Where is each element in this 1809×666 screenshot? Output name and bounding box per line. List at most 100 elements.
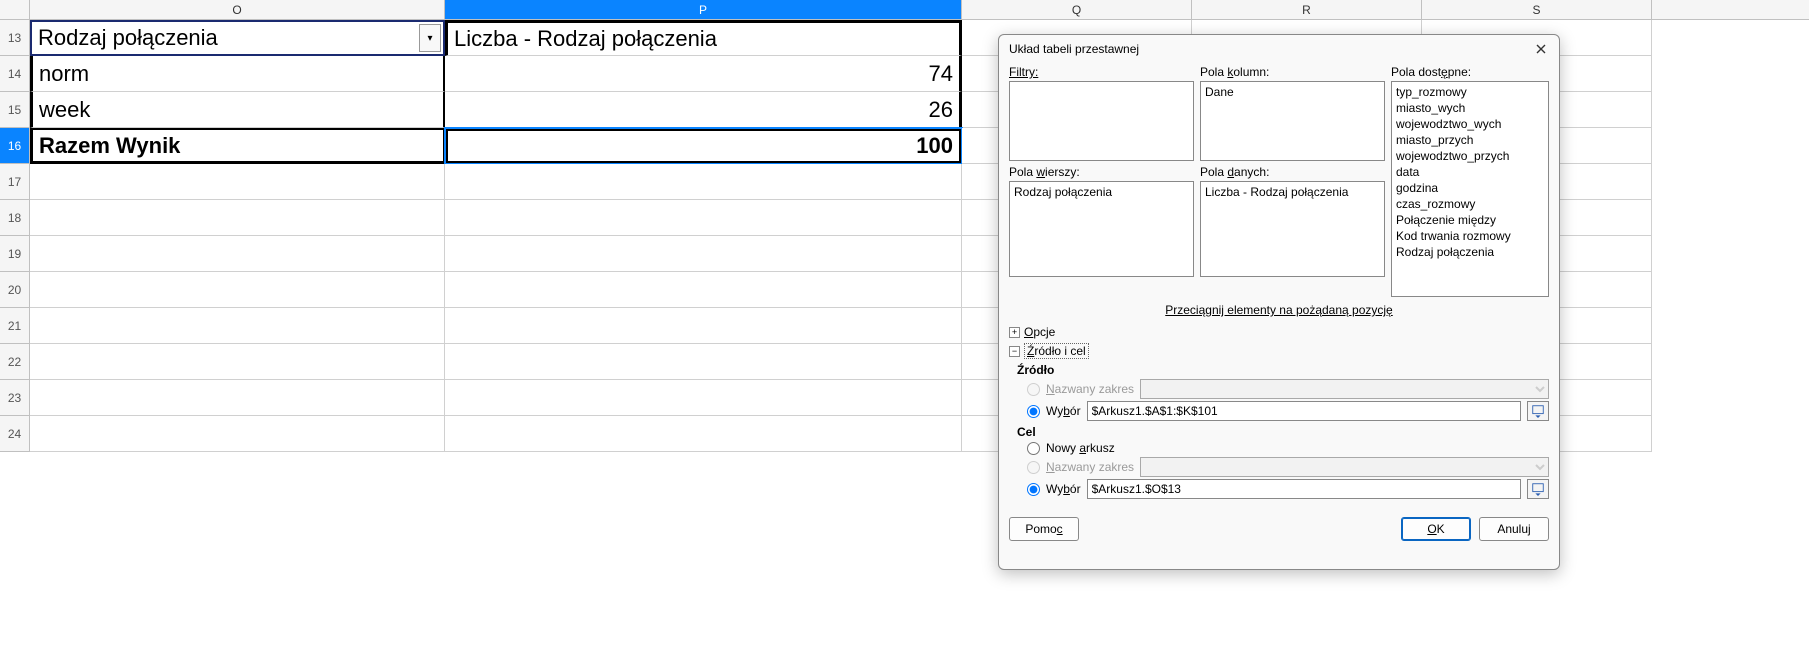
empty-cell[interactable] <box>445 236 962 272</box>
drag-hint-text: Przeciągnij elementy na pożądaną pozycję <box>1009 303 1549 317</box>
target-selection-input[interactable] <box>1087 479 1521 499</box>
target-named-range-radio <box>1027 461 1040 474</box>
source-target-section-header[interactable]: − Źródło i cel <box>1009 343 1549 359</box>
column-header-Q[interactable]: Q <box>962 0 1192 19</box>
empty-cell[interactable] <box>30 380 445 416</box>
empty-cell[interactable] <box>445 344 962 380</box>
source-named-range-label: Nazwany zakres <box>1046 382 1134 396</box>
field-item[interactable]: czas_rozmowy <box>1396 196 1544 212</box>
available-fields-label: Pola dostępne: <box>1391 65 1549 79</box>
field-item[interactable]: typ_rozmowy <box>1396 84 1544 100</box>
row-header-14[interactable]: 14 <box>0 56 30 92</box>
empty-cell[interactable] <box>445 416 962 452</box>
column-header-P[interactable]: P <box>445 0 962 19</box>
ok-button[interactable]: OK <box>1401 517 1471 541</box>
empty-cell[interactable] <box>30 200 445 236</box>
empty-cell[interactable] <box>445 272 962 308</box>
empty-cell[interactable] <box>30 344 445 380</box>
help-button[interactable]: Pomoc <box>1009 517 1079 541</box>
filters-label: Filtry: <box>1009 65 1194 79</box>
field-item[interactable]: Dane <box>1205 84 1380 100</box>
target-new-sheet-label: Nowy arkusz <box>1046 441 1115 455</box>
filters-area[interactable] <box>1009 81 1194 161</box>
empty-cell[interactable] <box>30 272 445 308</box>
empty-cell[interactable] <box>30 164 445 200</box>
options-section-header[interactable]: + Opcje <box>1009 325 1549 339</box>
empty-cell[interactable] <box>30 236 445 272</box>
target-new-sheet-row: Nowy arkusz <box>1027 441 1549 455</box>
column-header-S[interactable]: S <box>1422 0 1652 19</box>
target-selection-radio[interactable] <box>1027 483 1040 496</box>
column-fields-area[interactable]: Dane <box>1200 81 1385 161</box>
source-selection-row: Wybór <box>1027 401 1549 421</box>
field-item[interactable]: miasto_wych <box>1396 100 1544 116</box>
row-header-20[interactable]: 20 <box>0 272 30 308</box>
row-header-13[interactable]: 13 <box>0 20 30 56</box>
empty-cell[interactable] <box>30 416 445 452</box>
row-header-24[interactable]: 24 <box>0 416 30 452</box>
source-selection-input[interactable] <box>1087 401 1521 421</box>
pivot-row-label[interactable]: norm <box>30 56 445 92</box>
row-header-16[interactable]: 16 <box>0 128 30 164</box>
empty-cell[interactable] <box>445 200 962 236</box>
target-selection-label: Wybór <box>1046 482 1081 496</box>
cancel-button[interactable]: Anuluj <box>1479 517 1549 541</box>
row-header-23[interactable]: 23 <box>0 380 30 416</box>
row-header-21[interactable]: 21 <box>0 308 30 344</box>
field-item[interactable]: Liczba - Rodzaj połączenia <box>1205 184 1380 200</box>
pivot-row-label[interactable]: week <box>30 92 445 128</box>
field-item[interactable]: Połączenie między <box>1396 212 1544 228</box>
pivot-layout-dialog: Układ tabeli przestawnej Filtry: Pola ko… <box>998 34 1560 570</box>
pivot-value-cell[interactable]: 74 <box>445 56 962 92</box>
source-selection-label: Wybór <box>1046 404 1081 418</box>
dialog-title-text: Układ tabeli przestawnej <box>1009 42 1139 56</box>
column-header-R[interactable]: R <box>1192 0 1422 19</box>
expand-plus-icon[interactable]: + <box>1009 327 1020 338</box>
column-header-O[interactable]: O <box>30 0 445 19</box>
target-selection-row: Wybór <box>1027 479 1549 499</box>
empty-cell[interactable] <box>445 164 962 200</box>
corner-cell[interactable] <box>0 0 30 19</box>
source-named-range-select <box>1140 379 1549 399</box>
col-fields-label: Pola kolumn: <box>1200 65 1385 79</box>
pivot-total-label[interactable]: Razem Wynik <box>30 128 445 164</box>
target-new-sheet-radio[interactable] <box>1027 442 1040 455</box>
data-fields-area[interactable]: Liczba - Rodzaj połączenia <box>1200 181 1385 277</box>
close-icon[interactable] <box>1533 41 1549 57</box>
field-item[interactable]: godzina <box>1396 180 1544 196</box>
available-fields-area[interactable]: typ_rozmowymiasto_wychwojewodztwo_wychmi… <box>1391 81 1549 297</box>
pivot-data-field-header[interactable]: Liczba - Rodzaj połączenia <box>445 20 962 56</box>
field-item[interactable]: miasto_przych <box>1396 132 1544 148</box>
collapse-minus-icon[interactable]: − <box>1009 346 1020 357</box>
target-named-range-row: Nazwany zakres <box>1027 457 1549 477</box>
row-fields-label: Pola wierszy: <box>1009 165 1194 179</box>
data-fields-label: Pola danych: <box>1200 165 1385 179</box>
empty-cell[interactable] <box>445 380 962 416</box>
dropdown-icon[interactable]: ▾ <box>419 24 441 52</box>
field-item[interactable]: data <box>1396 164 1544 180</box>
empty-cell[interactable] <box>30 308 445 344</box>
shrink-icon[interactable] <box>1527 401 1549 421</box>
empty-cell[interactable] <box>445 308 962 344</box>
target-named-range-select <box>1140 457 1549 477</box>
row-header-18[interactable]: 18 <box>0 200 30 236</box>
field-item[interactable]: wojewodztwo_przych <box>1396 148 1544 164</box>
field-item[interactable]: Rodzaj połączenia <box>1014 184 1189 200</box>
pivot-row-field-header[interactable]: Rodzaj połączenia▾ <box>30 20 445 56</box>
row-header-15[interactable]: 15 <box>0 92 30 128</box>
row-fields-area[interactable]: Rodzaj połączenia <box>1009 181 1194 277</box>
pivot-total-value[interactable]: 100 <box>445 128 962 164</box>
row-header-22[interactable]: 22 <box>0 344 30 380</box>
field-item[interactable]: wojewodztwo_wych <box>1396 116 1544 132</box>
row-header-17[interactable]: 17 <box>0 164 30 200</box>
pivot-value-cell[interactable]: 26 <box>445 92 962 128</box>
source-named-range-radio <box>1027 383 1040 396</box>
dialog-titlebar[interactable]: Układ tabeli przestawnej <box>999 35 1559 63</box>
source-named-range-row: Nazwany zakres <box>1027 379 1549 399</box>
field-item[interactable]: Kod trwania rozmowy <box>1396 228 1544 244</box>
field-item[interactable]: Rodzaj połączenia <box>1396 244 1544 260</box>
row-header-19[interactable]: 19 <box>0 236 30 272</box>
source-selection-radio[interactable] <box>1027 405 1040 418</box>
shrink-icon[interactable] <box>1527 479 1549 499</box>
source-sublabel: Źródło <box>1017 363 1549 377</box>
